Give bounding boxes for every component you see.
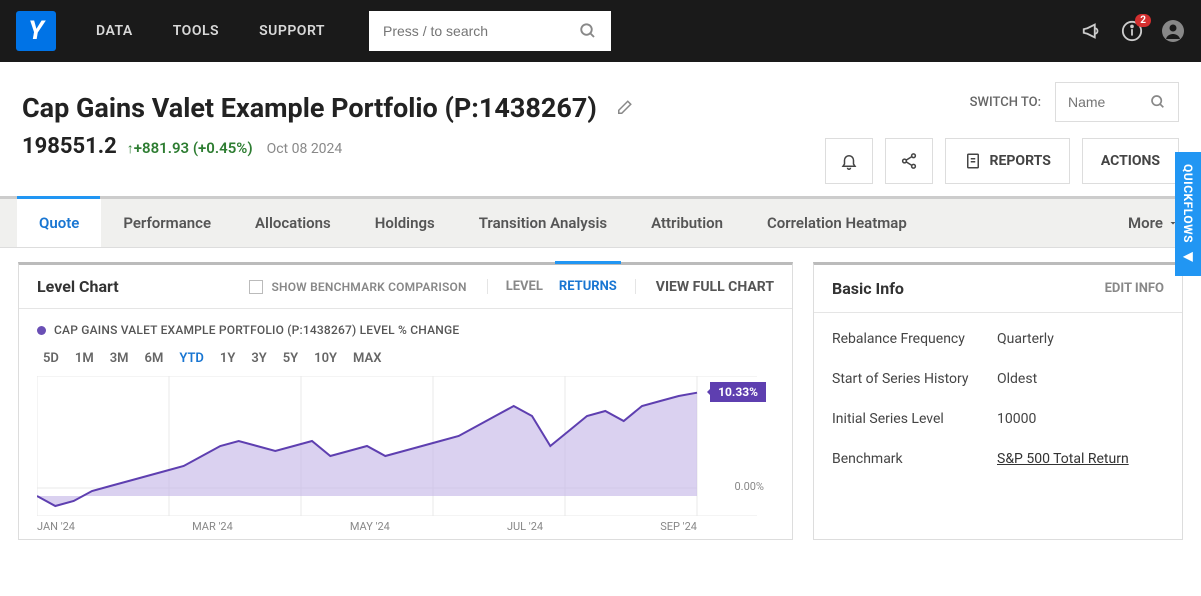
bell-button[interactable] (825, 138, 873, 184)
zero-line-label: 0.00% (734, 480, 764, 493)
search-input[interactable] (383, 23, 579, 39)
series-dot-icon (37, 326, 46, 335)
range-ytd[interactable]: YTD (179, 351, 204, 366)
info-icon[interactable]: 2 (1121, 20, 1143, 42)
info-row-initial: Initial Series Level 10000 (832, 399, 1164, 439)
logo[interactable]: Y (16, 11, 56, 51)
range-3m[interactable]: 3M (110, 351, 129, 366)
edit-info-button[interactable]: EDIT INFO (1105, 281, 1164, 296)
chart-title: Level Chart (37, 277, 119, 296)
reports-label: REPORTS (990, 153, 1051, 169)
portfolio-value: 198551.2 (22, 134, 117, 159)
info-title: Basic Info (832, 279, 1105, 298)
share-button[interactable] (885, 138, 933, 184)
tab-bar: Quote Performance Allocations Holdings T… (0, 196, 1201, 248)
benchmark-link[interactable]: S&P 500 Total Return (997, 451, 1129, 467)
range-1m[interactable]: 1M (75, 351, 94, 366)
tab-allocations[interactable]: Allocations (233, 199, 353, 247)
range-10y[interactable]: 10Y (314, 351, 337, 366)
reports-button[interactable]: REPORTS (945, 138, 1070, 184)
up-arrow-icon: ↑ (127, 140, 134, 157)
as-of-date: Oct 08 2024 (267, 141, 343, 157)
tab-quote[interactable]: Quote (17, 199, 101, 247)
tab-attribution[interactable]: Attribution (629, 199, 745, 247)
logo-letter: Y (28, 16, 44, 46)
quickflows-tab[interactable]: QUICKFLOWS ◀ (1175, 152, 1201, 276)
top-nav: Y DATA TOOLS SUPPORT 2 (0, 0, 1201, 62)
switch-input[interactable] (1068, 94, 1150, 110)
user-icon[interactable] (1161, 19, 1185, 43)
range-6m[interactable]: 6M (145, 351, 164, 366)
chevron-left-icon: ◀ (1181, 249, 1195, 264)
benchmark-checkbox-wrap[interactable]: SHOW BENCHMARK COMPARISON (249, 280, 466, 294)
edit-title-icon[interactable] (615, 99, 633, 117)
info-panel: Basic Info EDIT INFO Rebalance Frequency… (813, 262, 1183, 540)
actions-label: ACTIONS (1101, 153, 1160, 169)
info-row-rebalance: Rebalance Frequency Quarterly (832, 319, 1164, 359)
page-title: Cap Gains Valet Example Portfolio (P:143… (22, 92, 597, 124)
benchmark-label: SHOW BENCHMARK COMPARISON (271, 280, 466, 294)
toggle-level[interactable]: LEVEL (506, 279, 543, 294)
content-area: Level Chart SHOW BENCHMARK COMPARISON LE… (0, 248, 1201, 540)
view-full-chart[interactable]: VIEW FULL CHART (656, 279, 774, 295)
search-box[interactable] (369, 11, 611, 51)
chart-value-badge: 10.33% (710, 382, 766, 402)
switch-box[interactable] (1055, 82, 1179, 122)
range-3y[interactable]: 3Y (251, 351, 266, 366)
range-1y[interactable]: 1Y (220, 351, 235, 366)
tab-transition[interactable]: Transition Analysis (457, 199, 629, 247)
nav-support[interactable]: SUPPORT (259, 23, 325, 39)
change-value: +881.93 (+0.45%) (134, 139, 253, 157)
actions-button[interactable]: ACTIONS (1082, 138, 1179, 184)
page-header: Cap Gains Valet Example Portfolio (P:143… (0, 62, 1201, 196)
chart-panel: Level Chart SHOW BENCHMARK COMPARISON LE… (18, 262, 793, 540)
search-icon[interactable] (1150, 94, 1166, 110)
range-selector: 5D 1M 3M 6M YTD 1Y 3Y 5Y 10Y MAX (37, 351, 774, 376)
range-max[interactable]: MAX (353, 351, 381, 366)
notification-badge: 2 (1135, 14, 1151, 27)
range-5y[interactable]: 5Y (283, 351, 298, 366)
range-5d[interactable]: 5D (43, 351, 59, 366)
nav-data[interactable]: DATA (96, 23, 133, 39)
search-icon[interactable] (579, 22, 597, 40)
x-axis-labels: JAN '24 MAR '24 MAY '24 JUL '24 SEP '24 (37, 516, 697, 533)
switch-label: SWITCH TO: (970, 95, 1041, 110)
chart-plot: 10.33% 0.00% (37, 376, 774, 516)
toggle-returns[interactable]: RETURNS (559, 279, 617, 294)
checkbox-icon[interactable] (249, 280, 263, 294)
megaphone-icon[interactable] (1081, 20, 1103, 42)
tab-correlation[interactable]: Correlation Heatmap (745, 199, 929, 247)
nav-tools[interactable]: TOOLS (173, 23, 219, 39)
switch-to-row: SWITCH TO: (970, 82, 1179, 122)
tab-performance[interactable]: Performance (101, 199, 233, 247)
series-label: CAP GAINS VALET EXAMPLE PORTFOLIO (P:143… (37, 323, 774, 337)
tab-holdings[interactable]: Holdings (353, 199, 457, 247)
info-row-benchmark: Benchmark S&P 500 Total Return (832, 439, 1164, 479)
info-row-history: Start of Series History Oldest (832, 359, 1164, 399)
